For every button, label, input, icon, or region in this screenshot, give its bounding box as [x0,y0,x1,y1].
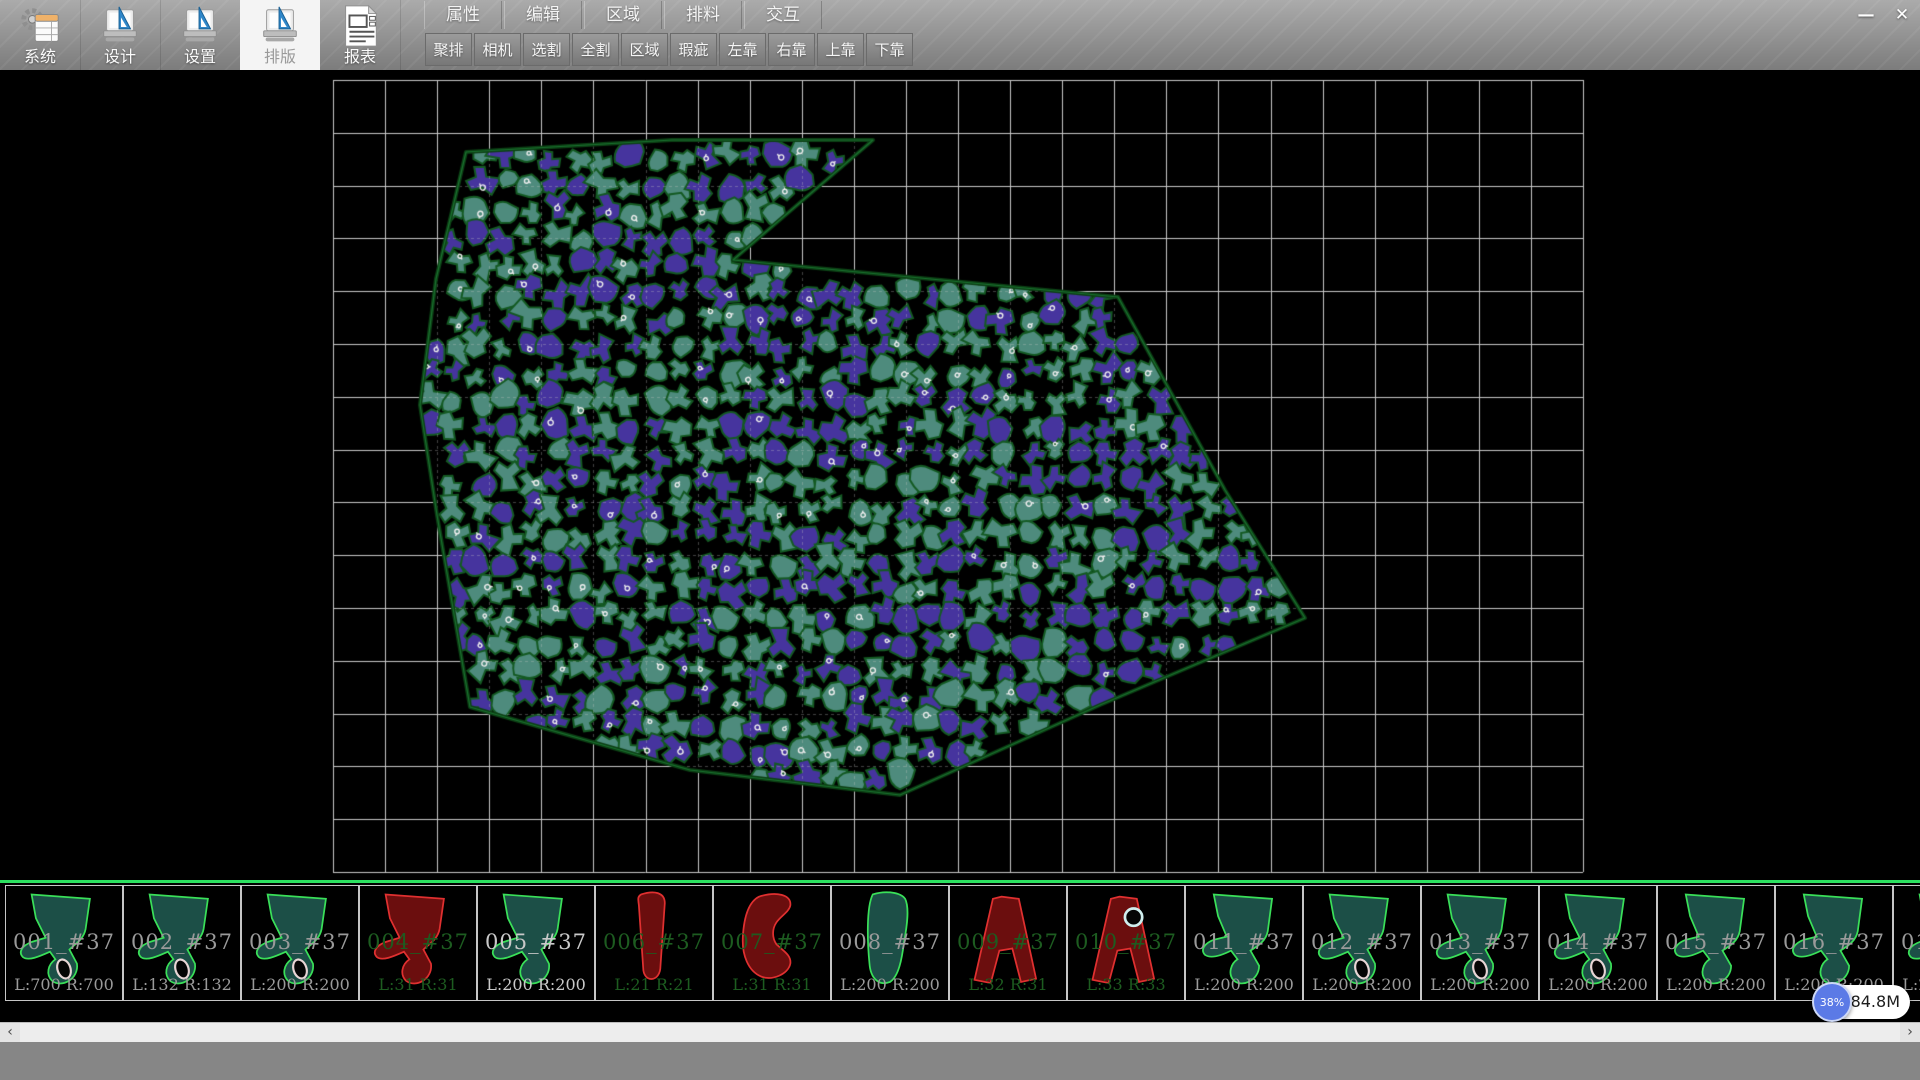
report-icon [337,3,383,47]
toolbar-button-label: 设置 [160,43,240,67]
toolbar-button-report[interactable]: 报表 [320,0,401,70]
nesting-canvas[interactable] [0,70,1920,880]
piece-label: 004_#37 [360,930,476,954]
piece-thumbnail-007[interactable]: 007_#37 L:31 R:31 [713,885,831,1001]
menu-item-interactive[interactable]: 交互 [744,1,822,29]
piece-thumbnail-011[interactable]: 011_#37 L:200 R:200 [1185,885,1303,1001]
piece-thumbnail-002[interactable]: 002_#37 L:132 R:132 [123,885,241,1001]
horizontal-scrollbar[interactable]: ‹ › [0,1022,1920,1042]
toolbar-button-label: 系统 [0,43,80,67]
piece-counts: L:200 R:200 [1658,975,1774,994]
minimize-button[interactable]: — [1852,2,1880,28]
progress-circle: 38% [1812,982,1852,1022]
toolbar-button-design[interactable]: 设计 [80,0,161,70]
tool-button-cluster-nest[interactable]: 聚排 [425,33,472,66]
piece-thumbnail-001[interactable]: 001_#37 L:700 R:700 [5,885,123,1001]
nesting-workspace[interactable] [0,70,1920,880]
piece-thumbnail-014[interactable]: 014_#37 L:200 R:200 [1539,885,1657,1001]
piece-thumbnail-010[interactable]: 010_#37 L:33 R:33 [1067,885,1185,1001]
menu-item-region[interactable]: 区域 [584,1,662,29]
tool-button-cut-all[interactable]: 全割 [572,33,619,66]
tool-button-snap-right[interactable]: 右靠 [768,33,815,66]
piece-label: 017_#37 [1894,930,1920,954]
piece-label: 012_#37 [1304,930,1420,954]
piece-counts: L:31 R:31 [714,975,830,994]
scroll-right-arrow[interactable]: › [1900,1023,1920,1043]
piece-label: 013_#37 [1422,930,1538,954]
tool-button-row: 聚排相机选割全割区域瑕疵左靠右靠上靠下靠 [425,33,913,66]
piece-label: 006_#37 [596,930,712,954]
piece-counts: L:132 R:132 [124,975,240,994]
status-bar [0,1042,1920,1080]
piece-label: 001_#37 [6,930,122,954]
menu-item-nesting[interactable]: 排料 [664,1,742,29]
piece-label: 016_#37 [1776,930,1892,954]
strip-top-line [0,880,1920,883]
piece-counts: L:33 R:33 [1068,975,1184,994]
piece-thumbnail-013[interactable]: 013_#37 L:200 R:200 [1421,885,1539,1001]
piece-label: 010_#37 [1068,930,1184,954]
piece-thumbnail-006[interactable]: 006_#37 L:21 R:21 [595,885,713,1001]
layout-icon [257,3,303,47]
piece-label: 008_#37 [832,930,948,954]
menu-bar: 属性编辑区域排料交互 [424,1,822,29]
piece-counts: L:200 R:200 [1304,975,1420,994]
tool-button-snap-top[interactable]: 上靠 [817,33,864,66]
scroll-left-arrow[interactable]: ‹ [0,1023,20,1043]
piece-thumbnail-008[interactable]: 008_#37 L:200 R:200 [831,885,949,1001]
tool-button-defect[interactable]: 瑕疵 [670,33,717,66]
piece-counts: L:200 R:200 [478,975,594,994]
progress-value: 38% [1820,996,1844,1009]
piece-counts: L:700 R:700 [6,975,122,994]
toolbar-button-label: 排版 [240,43,320,67]
toolbar-button-settings[interactable]: 设置 [160,0,241,70]
piece-counts: L:200 R:200 [1422,975,1538,994]
design-icon [97,3,143,47]
settings-icon [177,3,223,47]
tool-button-camera[interactable]: 相机 [474,33,521,66]
piece-label: 005_#37 [478,930,594,954]
piece-label: 002_#37 [124,930,240,954]
menu-item-edit[interactable]: 编辑 [504,1,582,29]
piece-counts: L:200 R:200 [1186,975,1302,994]
toolbar-button-label: 设计 [80,43,160,67]
piece-counts: L:32 R:31 [950,975,1066,994]
piece-label: 003_#37 [242,930,358,954]
piece-counts: L:200 R:200 [1540,975,1656,994]
piece-counts: L:21 R:21 [596,975,712,994]
system-icon [17,3,63,47]
piece-counts: L:200 R:200 [242,975,358,994]
tool-button-select-cut[interactable]: 选割 [523,33,570,66]
tool-button-snap-left[interactable]: 左靠 [719,33,766,66]
menu-item-properties[interactable]: 属性 [424,1,502,29]
piece-thumbnail-015[interactable]: 015_#37 L:200 R:200 [1657,885,1775,1001]
tool-button-region[interactable]: 区域 [621,33,668,66]
piece-label: 015_#37 [1658,930,1774,954]
piece-thumbnail-009[interactable]: 009_#37 L:32 R:31 [949,885,1067,1001]
piece-label: 007_#37 [714,930,830,954]
tool-button-snap-bottom[interactable]: 下靠 [866,33,913,66]
piece-thumbnail-012[interactable]: 012_#37 L:200 R:200 [1303,885,1421,1001]
piece-thumbnail-005[interactable]: 005_#37 L:200 R:200 [477,885,595,1001]
piece-label: 009_#37 [950,930,1066,954]
piece-thumbnail-strip: 001_#37L:700 R:700002_#37L:132 R:132003_… [0,880,1920,1022]
close-button[interactable]: ✕ [1888,2,1916,28]
toolbar-button-system[interactable]: 系统 [0,0,81,70]
top-toolbar: 系统设计设置排版报表 属性编辑区域排料交互 聚排相机选割全割区域瑕疵左靠右靠上靠… [0,0,1920,70]
toolbar-button-label: 报表 [320,43,400,67]
piece-label: 014_#37 [1540,930,1656,954]
piece-thumbnail-004[interactable]: 004_#37 L:31 R:31 [359,885,477,1001]
piece-counts: L:31 R:31 [360,975,476,994]
piece-label: 011_#37 [1186,930,1302,954]
toolbar-button-layout[interactable]: 排版 [240,0,320,70]
progress-badge: 384.8M 38% [1812,982,1910,1022]
piece-counts: L:200 R:200 [832,975,948,994]
piece-thumbnail-003[interactable]: 003_#37 L:200 R:200 [241,885,359,1001]
